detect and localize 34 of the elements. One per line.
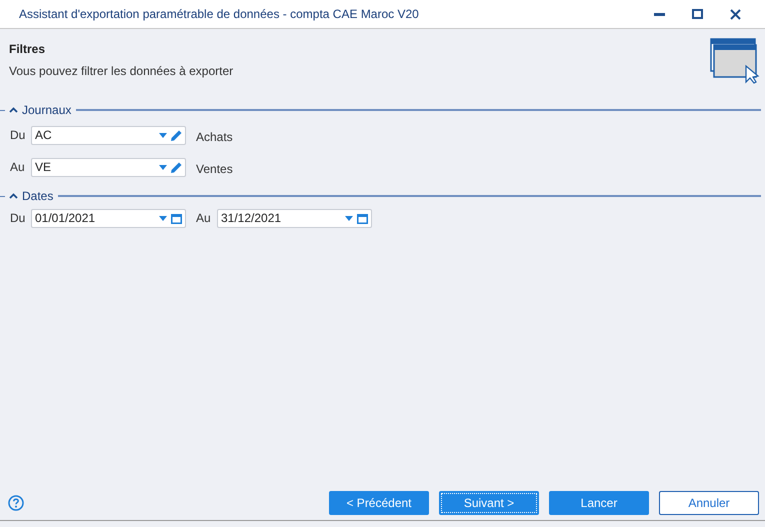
combo-field[interactable]: 01/01/2021: [31, 208, 186, 228]
journal-name: Achats: [196, 129, 233, 146]
wizard-button[interactable]: Annuler: [659, 490, 759, 514]
field-label: Au: [196, 210, 212, 227]
combo-field[interactable]: 31/12/2021: [217, 208, 372, 228]
step-title: Filtres: [9, 41, 46, 58]
group-title: Journaux: [22, 102, 72, 119]
step-subtitle: Vous pouvez filtrer les données à exporter: [9, 63, 234, 80]
collapse-icon[interactable]: [9, 193, 18, 199]
calendar-icon[interactable]: [357, 212, 368, 224]
pencil-icon[interactable]: [171, 130, 182, 140]
dropdown-arrow-icon[interactable]: [345, 216, 353, 220]
dropdown-arrow-icon[interactable]: [159, 164, 167, 170]
combo-field[interactable]: VE: [31, 158, 186, 176]
journal-name: Ventes: [196, 161, 233, 178]
wizard-button[interactable]: Suivant >: [439, 490, 539, 514]
group-title: Dates: [22, 188, 54, 205]
minimize-icon[interactable]: [654, 12, 665, 16]
close-icon[interactable]: [730, 8, 741, 20]
field-label: Au: [10, 159, 26, 176]
wizard-button[interactable]: Lancer: [549, 490, 649, 514]
maximize-icon[interactable]: [692, 9, 703, 19]
collapse-icon[interactable]: [9, 107, 18, 113]
combo-field[interactable]: AC: [31, 126, 186, 144]
windows-cursor-icon: [710, 38, 760, 84]
dropdown-arrow-icon[interactable]: [159, 132, 167, 138]
calendar-icon[interactable]: [171, 212, 182, 224]
field-label: Du: [10, 210, 26, 227]
dropdown-arrow-icon[interactable]: [159, 216, 167, 220]
window-title: Assistant d'exportation paramétrable de données - compta CAE Maroc V20: [19, 6, 420, 23]
pencil-icon[interactable]: [171, 162, 182, 172]
help-icon[interactable]: [8, 494, 24, 510]
wizard-button[interactable]: < Précédent: [329, 490, 429, 514]
field-label: Du: [10, 127, 26, 144]
